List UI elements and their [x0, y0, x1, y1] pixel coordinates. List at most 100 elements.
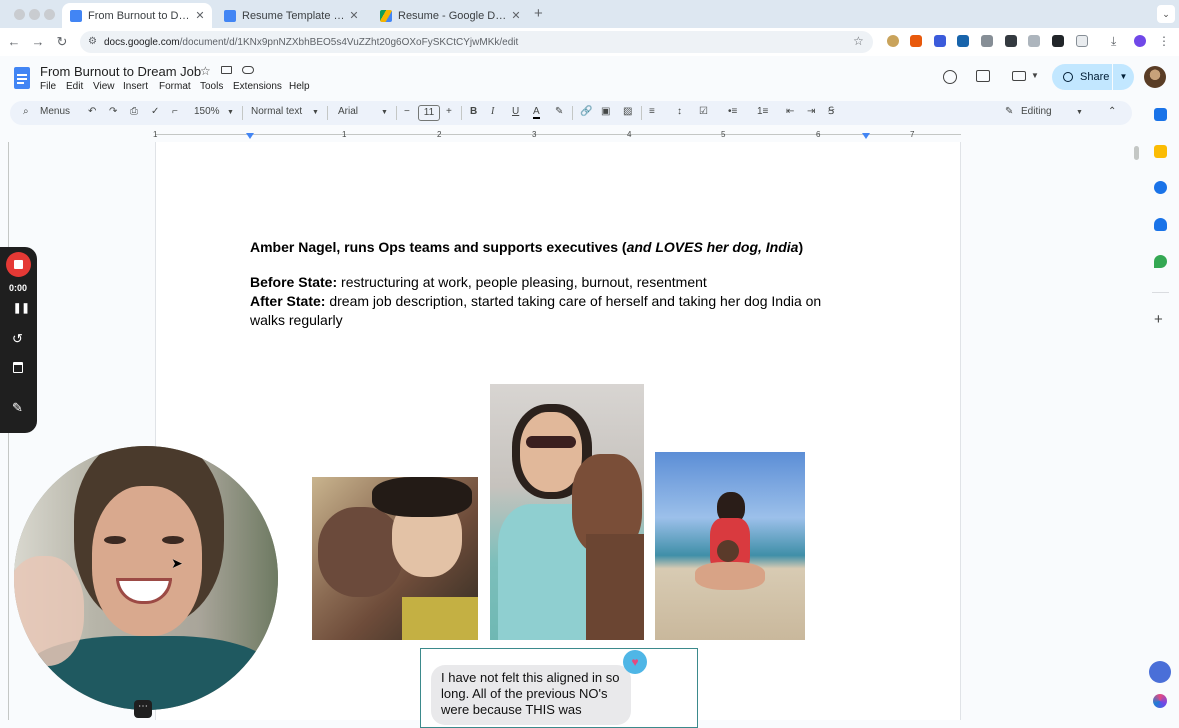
forward-icon[interactable]: →: [30, 34, 46, 49]
search-menus-icon[interactable]: ⌕: [23, 106, 29, 117]
version-history-icon[interactable]: [943, 70, 957, 84]
docs-logo-icon[interactable]: [14, 67, 30, 89]
decrease-font-size-icon[interactable]: −: [404, 106, 410, 117]
add-comment-icon[interactable]: ▣: [601, 106, 610, 117]
new-tab-button[interactable]: +: [534, 5, 543, 22]
extension-icon[interactable]: [934, 35, 946, 47]
document-title[interactable]: From Burnout to Dream Job: [40, 64, 201, 79]
extension-icon[interactable]: [1028, 35, 1040, 47]
menu-tools[interactable]: Tools: [200, 81, 223, 92]
webcam-options-icon[interactable]: ⋯: [134, 700, 152, 718]
meet-icon[interactable]: [1012, 71, 1026, 81]
scrollbar-thumb[interactable]: [1134, 146, 1139, 160]
back-icon[interactable]: ←: [6, 34, 22, 49]
comments-icon[interactable]: [976, 70, 990, 82]
after-state-line-2[interactable]: walks regularly: [250, 311, 343, 330]
download-icon[interactable]: ⤓: [1111, 35, 1123, 47]
menu-file[interactable]: File: [40, 81, 56, 92]
paragraph-style-select[interactable]: Normal text: [251, 106, 302, 117]
addon-icon[interactable]: [1153, 694, 1167, 708]
extension-icon[interactable]: [1076, 35, 1088, 47]
italic-icon[interactable]: I: [491, 106, 494, 117]
text-color-icon[interactable]: A: [533, 106, 540, 119]
photo-selfie-with-dog[interactable]: [490, 384, 644, 640]
star-icon[interactable]: ☆: [200, 64, 211, 78]
clear-formatting-icon[interactable]: Ꞩ: [828, 106, 834, 117]
menu-insert[interactable]: Insert: [123, 81, 148, 92]
bookmark-star-icon[interactable]: ☆: [853, 34, 864, 48]
zoom-select[interactable]: 150%: [194, 106, 220, 117]
close-tab-icon[interactable]: ✕: [508, 9, 524, 22]
bulleted-list-icon[interactable]: •≡: [728, 106, 737, 117]
photo-woman-with-dog[interactable]: [312, 477, 478, 640]
maximize-window-dot[interactable]: [44, 9, 55, 20]
before-state-line[interactable]: Before State: restructuring at work, peo…: [250, 273, 707, 292]
tasks-icon[interactable]: [1154, 181, 1167, 194]
photo-beach-with-dog[interactable]: [655, 452, 805, 640]
draw-pen-icon[interactable]: ✎: [12, 400, 23, 416]
editing-mode-select[interactable]: Editing: [1021, 106, 1052, 117]
decrease-indent-icon[interactable]: ⇤: [786, 106, 794, 117]
restart-icon[interactable]: ↺: [12, 331, 23, 347]
line-spacing-icon[interactable]: ↕: [677, 106, 682, 117]
close-tab-icon[interactable]: ✕: [346, 9, 362, 22]
pause-icon[interactable]: ❚❚: [13, 303, 30, 314]
menu-edit[interactable]: Edit: [66, 81, 83, 92]
address-bar[interactable]: ⚙ docs.google.com/document/d/1KNx9pnNZXb…: [80, 31, 873, 53]
align-icon[interactable]: ≡: [649, 106, 655, 117]
meet-dropdown-icon[interactable]: ▼: [1031, 71, 1039, 80]
move-folder-icon[interactable]: [221, 66, 232, 74]
browser-menu-icon[interactable]: ⋮: [1158, 35, 1170, 47]
highlight-icon[interactable]: ✎: [555, 106, 563, 117]
hide-menus-icon[interactable]: ⌃: [1108, 106, 1116, 117]
profile-avatar-icon[interactable]: [1134, 35, 1146, 47]
insert-image-icon[interactable]: ▨: [623, 106, 632, 117]
browser-tab[interactable]: Resume - Google Drive ✕: [372, 3, 528, 28]
close-window-dot[interactable]: [14, 9, 25, 20]
browser-tab[interactable]: From Burnout to Dream Job - ✕: [62, 3, 212, 28]
browser-tab[interactable]: Resume Template - Google D ✕: [216, 3, 366, 28]
extension-icon[interactable]: [1005, 35, 1017, 47]
font-select[interactable]: Arial: [338, 106, 358, 117]
reload-icon[interactable]: ↻: [54, 34, 70, 50]
after-state-line[interactable]: After State: dream job description, star…: [250, 292, 821, 311]
insert-link-icon[interactable]: 🔗: [580, 106, 592, 117]
minimize-window-dot[interactable]: [29, 9, 40, 20]
contacts-icon[interactable]: [1154, 218, 1167, 231]
camera-extension-icon[interactable]: [981, 35, 993, 47]
close-tab-icon[interactable]: ✕: [192, 9, 208, 22]
increase-indent-icon[interactable]: ⇥: [807, 106, 815, 117]
maps-icon[interactable]: [1154, 255, 1167, 268]
spellcheck-icon[interactable]: ✓: [151, 106, 159, 117]
extension-icon[interactable]: [910, 35, 922, 47]
undo-icon[interactable]: ↶: [88, 106, 96, 117]
site-settings-icon[interactable]: ⚙: [88, 36, 97, 47]
left-indent-marker[interactable]: [246, 133, 254, 139]
right-indent-marker[interactable]: [862, 133, 870, 139]
keep-icon[interactable]: [1154, 145, 1167, 158]
menu-extensions[interactable]: Extensions: [233, 81, 282, 92]
delete-icon[interactable]: [13, 362, 23, 373]
calendar-icon[interactable]: [1154, 108, 1167, 121]
underline-icon[interactable]: U: [512, 106, 519, 117]
menu-view[interactable]: View: [93, 81, 115, 92]
menu-format[interactable]: Format: [159, 81, 191, 92]
menu-help[interactable]: Help: [289, 81, 310, 92]
increase-font-size-icon[interactable]: +: [446, 106, 452, 117]
paint-format-icon[interactable]: ⌐: [172, 106, 178, 117]
account-avatar[interactable]: [1144, 66, 1166, 88]
share-button[interactable]: Share ▼: [1052, 64, 1134, 90]
font-size-input[interactable]: 11: [418, 105, 440, 121]
checklist-icon[interactable]: ☑: [699, 106, 708, 117]
webcam-bubble[interactable]: [14, 446, 278, 710]
addon-icon[interactable]: [1149, 661, 1171, 683]
search-menus-button[interactable]: Menus: [40, 106, 70, 117]
add-addon-icon[interactable]: +: [1154, 311, 1163, 328]
profile-heading[interactable]: Amber Nagel, runs Ops teams and supports…: [250, 238, 803, 257]
stop-recording-button[interactable]: [6, 252, 31, 277]
tab-search-icon[interactable]: ⌄: [1157, 5, 1175, 23]
bold-icon[interactable]: B: [470, 106, 477, 117]
redo-icon[interactable]: ↷: [109, 106, 117, 117]
cloud-saved-icon[interactable]: [242, 66, 254, 74]
numbered-list-icon[interactable]: 1≡: [757, 106, 768, 117]
